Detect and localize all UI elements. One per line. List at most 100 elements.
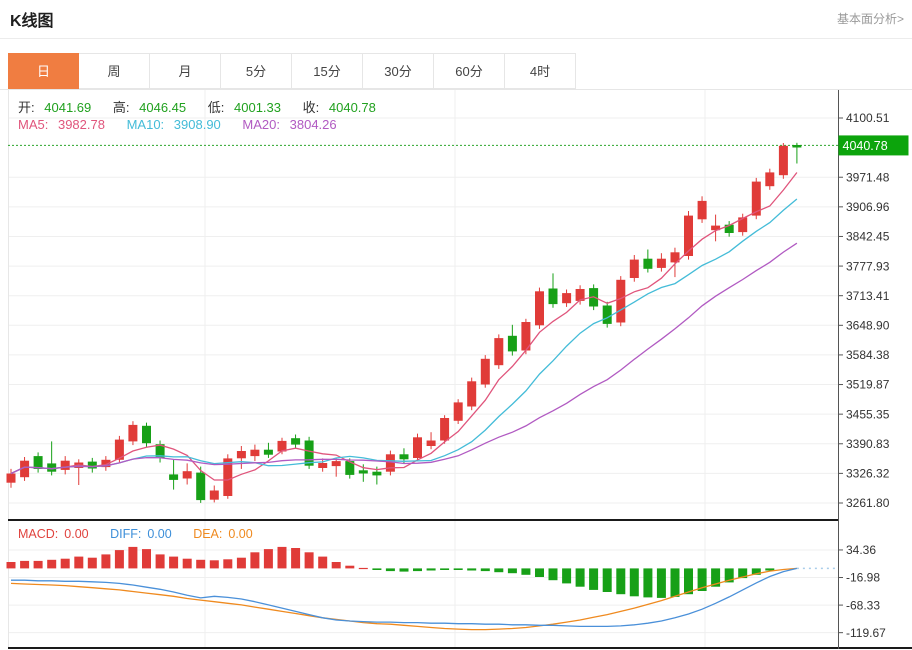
macd-bar: [589, 568, 598, 590]
macd-label: MACD:: [18, 527, 58, 541]
candle-body: [616, 280, 625, 323]
candle-body: [291, 438, 300, 444]
macd-bar: [616, 568, 625, 594]
close-value: 4040.78: [329, 100, 376, 115]
macd-bar: [643, 568, 652, 597]
candle-body: [481, 359, 490, 385]
candle-body: [183, 471, 192, 478]
macd-bar: [549, 568, 558, 580]
candle-body: [779, 146, 788, 175]
period-tab-2[interactable]: 周: [79, 53, 150, 89]
period-tab-4[interactable]: 5分: [221, 53, 292, 89]
ma10-label: MA10:: [127, 117, 165, 132]
macd-bar: [318, 557, 327, 569]
ma20-label: MA20:: [242, 117, 280, 132]
candle-body: [400, 454, 409, 459]
macd-bar: [562, 568, 571, 583]
candle-body: [454, 402, 463, 420]
macd-bar: [400, 568, 409, 571]
ma-legend: MA5: 3982.78 MA10: 3908.90 MA20: 3804.26: [18, 117, 343, 132]
candle-body: [643, 259, 652, 269]
macd-bar: [386, 568, 395, 571]
candle-body: [684, 216, 693, 256]
price-axis-label: 3777.93: [846, 259, 890, 273]
price-axis-label: 3713.41: [846, 289, 890, 303]
macd-bar: [115, 550, 124, 568]
macd-bar: [250, 552, 259, 568]
macd-bar: [169, 557, 178, 569]
period-tab-6[interactable]: 30分: [363, 53, 434, 89]
macd-bar: [291, 548, 300, 568]
main-macd-separator: [8, 519, 839, 521]
close-label: 收:: [303, 100, 320, 115]
period-tabbar: 日周月5分15分30分60分4时: [0, 53, 912, 90]
ma5-label: MA5:: [18, 117, 48, 132]
macd-bar: [440, 568, 449, 570]
macd-bar: [7, 562, 16, 568]
candle-body: [427, 441, 436, 447]
macd-bar: [101, 554, 110, 568]
ohlc-legend: 开: 4041.69 高: 4046.45 低: 4001.33 收: 4040…: [18, 97, 382, 116]
bottom-border: [8, 647, 912, 649]
macd-legend: MACD:0.00 DIFF:0.00 DEA:0.00: [18, 527, 259, 541]
candle-body: [264, 450, 273, 455]
macd-bar: [223, 559, 232, 568]
candle-body: [603, 306, 612, 324]
period-tab-1[interactable]: 日: [8, 53, 79, 89]
macd-bar: [671, 568, 680, 597]
macd-bar: [332, 562, 341, 568]
macd-bar: [278, 547, 287, 569]
price-axis-label: 3390.83: [846, 437, 890, 451]
period-tab-8[interactable]: 4时: [505, 53, 576, 89]
fundamental-analysis-link[interactable]: 基本面分析>: [837, 10, 904, 27]
period-tab-7[interactable]: 60分: [434, 53, 505, 89]
macd-bar: [467, 568, 476, 570]
macd-bar: [20, 561, 29, 569]
low-value: 4001.33: [234, 100, 281, 115]
candle-body: [318, 463, 327, 468]
open-label: 开:: [18, 100, 35, 115]
macd-axis-label: -68.33: [846, 598, 880, 612]
candle-body: [61, 461, 70, 470]
candle-body: [765, 172, 774, 186]
period-tab-3[interactable]: 月: [150, 53, 221, 89]
period-tab-5[interactable]: 15分: [292, 53, 363, 89]
ma20-value: 3804.26: [290, 117, 337, 132]
macd-bar: [521, 568, 530, 574]
high-label: 高:: [113, 100, 130, 115]
candle-body: [549, 289, 558, 305]
candle-body: [440, 418, 449, 441]
macd-bar: [508, 568, 517, 573]
macd-bar: [494, 568, 503, 572]
macd-bar: [454, 568, 463, 570]
candle-body: [508, 336, 517, 352]
macd-bar: [372, 568, 381, 570]
macd-bar: [88, 558, 97, 569]
diff-value: 0.00: [147, 527, 171, 541]
candle-body: [210, 491, 219, 500]
high-value: 4046.45: [139, 100, 186, 115]
price-axis-label: 3584.38: [846, 348, 890, 362]
period-tabs: 日周月5分15分30分60分4时: [8, 53, 576, 89]
open-value: 4041.69: [44, 100, 91, 115]
macd-bar: [305, 552, 314, 568]
macd-bar: [359, 568, 368, 569]
macd-axis-label: -16.98: [846, 571, 880, 585]
macd-bar: [576, 568, 585, 586]
diff-label: DIFF:: [110, 527, 141, 541]
price-axis-label: 3906.96: [846, 200, 890, 214]
macd-axis-label: 34.36: [846, 543, 876, 557]
page-title: K线图: [10, 7, 54, 31]
dea-value: 0.00: [228, 527, 252, 541]
candle-body: [88, 462, 97, 469]
candle-body: [413, 437, 422, 458]
macd-bar: [237, 558, 246, 569]
macd-bar: [74, 557, 83, 569]
candle-body: [237, 451, 246, 458]
candle-body: [142, 426, 151, 443]
macd-bar: [481, 568, 490, 571]
macd-bar: [156, 554, 165, 568]
candle-body: [250, 450, 259, 456]
macd-bar: [630, 568, 639, 596]
candle-body: [359, 470, 368, 473]
